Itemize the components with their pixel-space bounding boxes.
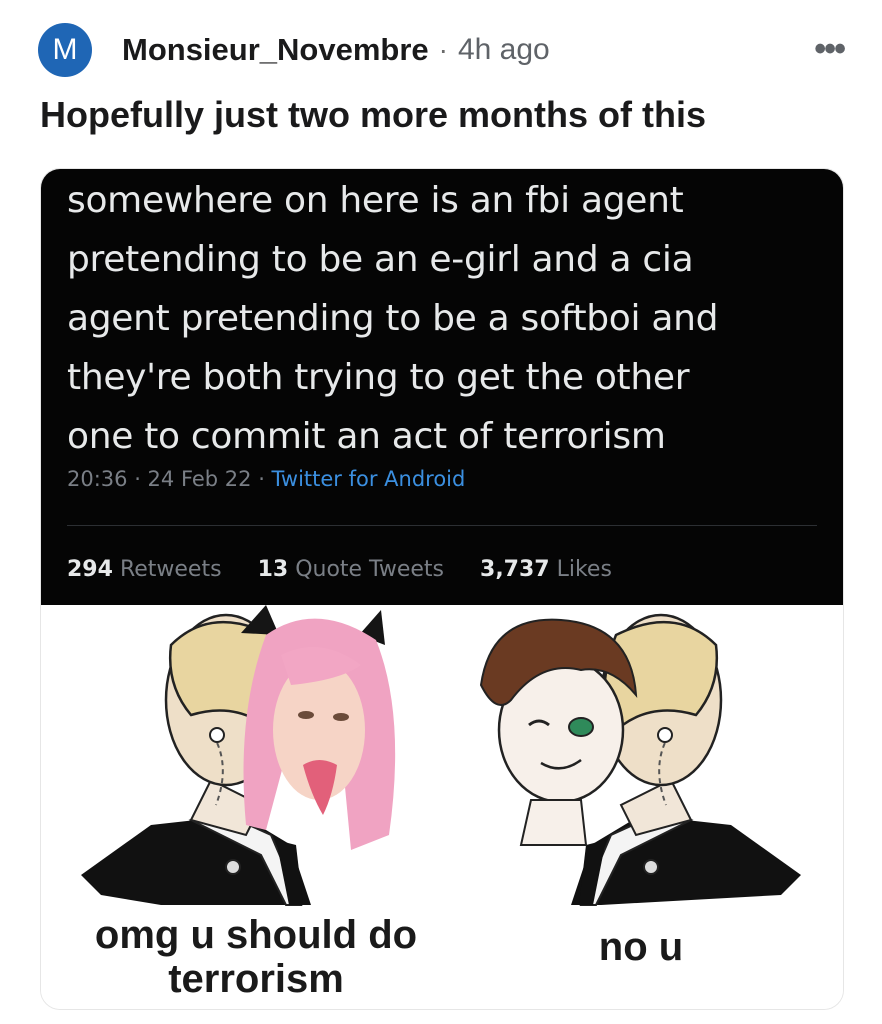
- quotes-label: Quote Tweets: [295, 557, 445, 582]
- retweets-count: 294: [67, 557, 113, 582]
- tweet-line: agent pretending to be a softboi and: [67, 298, 719, 339]
- retweets-label: Retweets: [119, 557, 222, 582]
- tweet-line: they're both trying to get the other: [67, 357, 690, 398]
- tweet-meta: 20:36 · 24 Feb 22 · Twitter for Android: [67, 467, 465, 491]
- tweet-source: Twitter for Android: [271, 467, 466, 491]
- likes-count: 3,737: [480, 557, 550, 582]
- left-caption: omg u should do terrorism: [61, 913, 451, 1001]
- post-title: Hopefully just two more months of this: [40, 94, 706, 135]
- tweet-line: one to commit an act of terrorism: [67, 416, 666, 457]
- post-header: M Monsieur_Novembre · 4h ago •••: [38, 22, 846, 78]
- tweet-timestamp: 20:36 · 24 Feb 22 ·: [67, 467, 272, 491]
- meme-panel: omg u should do terrorism no u: [41, 605, 843, 1009]
- egirl-figure: [241, 605, 396, 850]
- author-name[interactable]: Monsieur_Novembre: [122, 32, 429, 68]
- right-caption: no u: [598, 925, 684, 969]
- likes-label: Likes: [556, 557, 612, 582]
- left-caption-line: omg u should do: [94, 913, 418, 957]
- tweet-line: somewhere on here is an fbi agent: [67, 180, 684, 221]
- tweet-line: pretending to be an e-girl and a cia: [67, 239, 694, 280]
- divider: [67, 525, 817, 526]
- quotes-count: 13: [257, 557, 289, 582]
- post-time: 4h ago: [457, 33, 550, 66]
- softboi-figure: [479, 618, 638, 846]
- tweet-text: somewhere on here is an fbi agent preten…: [67, 171, 827, 466]
- tweet-screenshot: somewhere on here is an fbi agent preten…: [41, 169, 843, 605]
- meta-separator: ·: [438, 34, 448, 65]
- post-image[interactable]: somewhere on here is an fbi agent preten…: [40, 168, 844, 1010]
- tweet-stats: 294 Retweets 13 Quote Tweets 3,737 Likes: [67, 557, 612, 582]
- avatar[interactable]: M: [38, 23, 92, 77]
- left-caption-line: terrorism: [168, 957, 344, 1001]
- more-horizontal-icon[interactable]: •••: [814, 30, 846, 69]
